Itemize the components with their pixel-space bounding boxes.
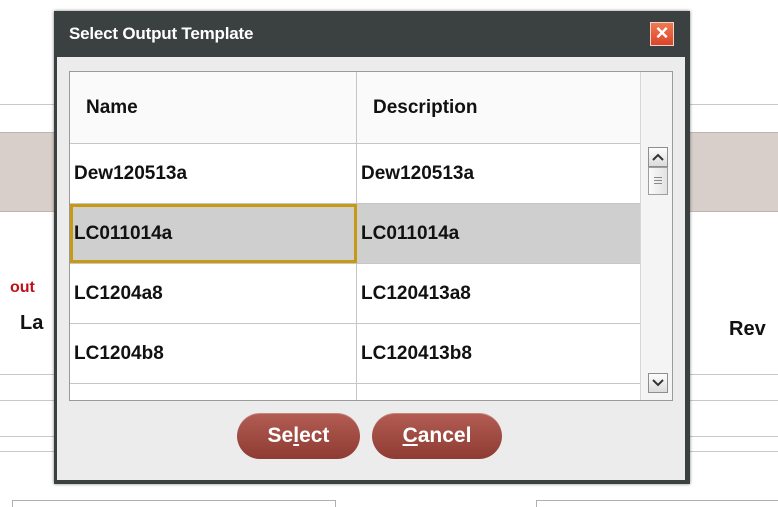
bg-divider-top	[0, 104, 54, 105]
bg-right-label: Rev	[729, 318, 766, 340]
cell-name[interactable]: Dew120513a	[70, 144, 357, 203]
cell-name[interactable]: LC1204a8	[70, 264, 357, 323]
select-label-start: Se	[267, 424, 294, 447]
bg-divider-top-right	[690, 104, 778, 105]
table-row[interactable]	[70, 384, 640, 400]
cell-name[interactable]	[70, 384, 357, 400]
table-row[interactable]: LC1204a8 LC120413a8	[70, 264, 640, 324]
scrollbar-thumb[interactable]	[648, 167, 668, 195]
select-output-template-dialog: Select Output Template × Name Descriptio…	[54, 11, 690, 484]
bg-divider-2	[0, 400, 54, 401]
bg-divider-6	[690, 400, 778, 401]
cancel-button[interactable]: Cancel	[372, 413, 502, 459]
cell-name[interactable]: LC1204b8	[70, 324, 357, 383]
cell-name[interactable]: LC011014a	[70, 204, 357, 263]
bg-divider-3	[0, 436, 54, 437]
template-grid: Name Description Dew120513a Dew120513a L…	[69, 71, 673, 401]
cell-description[interactable]: LC120413a8	[357, 264, 640, 323]
cell-description[interactable]: LC011014a	[357, 204, 640, 263]
table-row[interactable]: Dew120513a Dew120513a	[70, 144, 640, 204]
close-icon[interactable]: ×	[650, 22, 674, 46]
select-button[interactable]: Select	[237, 413, 360, 459]
cell-description[interactable]	[357, 384, 640, 400]
grid-header-row: Name Description	[70, 72, 640, 144]
table-row[interactable]: LC1204b8 LC120413b8	[70, 324, 640, 384]
column-header-name[interactable]: Name	[70, 72, 357, 143]
cancel-label-end: ancel	[417, 424, 472, 447]
table-row-selected[interactable]: LC011014a LC011014a	[70, 204, 640, 264]
column-header-description[interactable]: Description	[357, 72, 640, 143]
bg-divider-7	[690, 436, 778, 437]
dialog-title: Select Output Template	[69, 24, 254, 43]
template-grid-rows: Name Description Dew120513a Dew120513a L…	[70, 72, 640, 400]
chevron-down-icon[interactable]	[648, 373, 668, 393]
bg-divider-1	[0, 374, 54, 375]
dialog-body: Name Description Dew120513a Dew120513a L…	[57, 57, 685, 480]
bg-divider-5	[690, 374, 778, 375]
cell-description[interactable]: LC120413b8	[357, 324, 640, 383]
vertical-scrollbar[interactable]	[640, 72, 672, 400]
chevron-up-icon[interactable]	[648, 147, 668, 167]
dialog-titlebar[interactable]: Select Output Template ×	[54, 11, 690, 57]
bg-red-text: out	[10, 279, 35, 296]
bg-divider-4	[0, 451, 54, 452]
bg-divider-8	[690, 451, 778, 452]
cell-description[interactable]: Dew120513a	[357, 144, 640, 203]
bg-left-label: La	[20, 312, 44, 334]
cancel-mnemonic: C	[402, 424, 418, 447]
select-label-end: ect	[299, 424, 330, 447]
